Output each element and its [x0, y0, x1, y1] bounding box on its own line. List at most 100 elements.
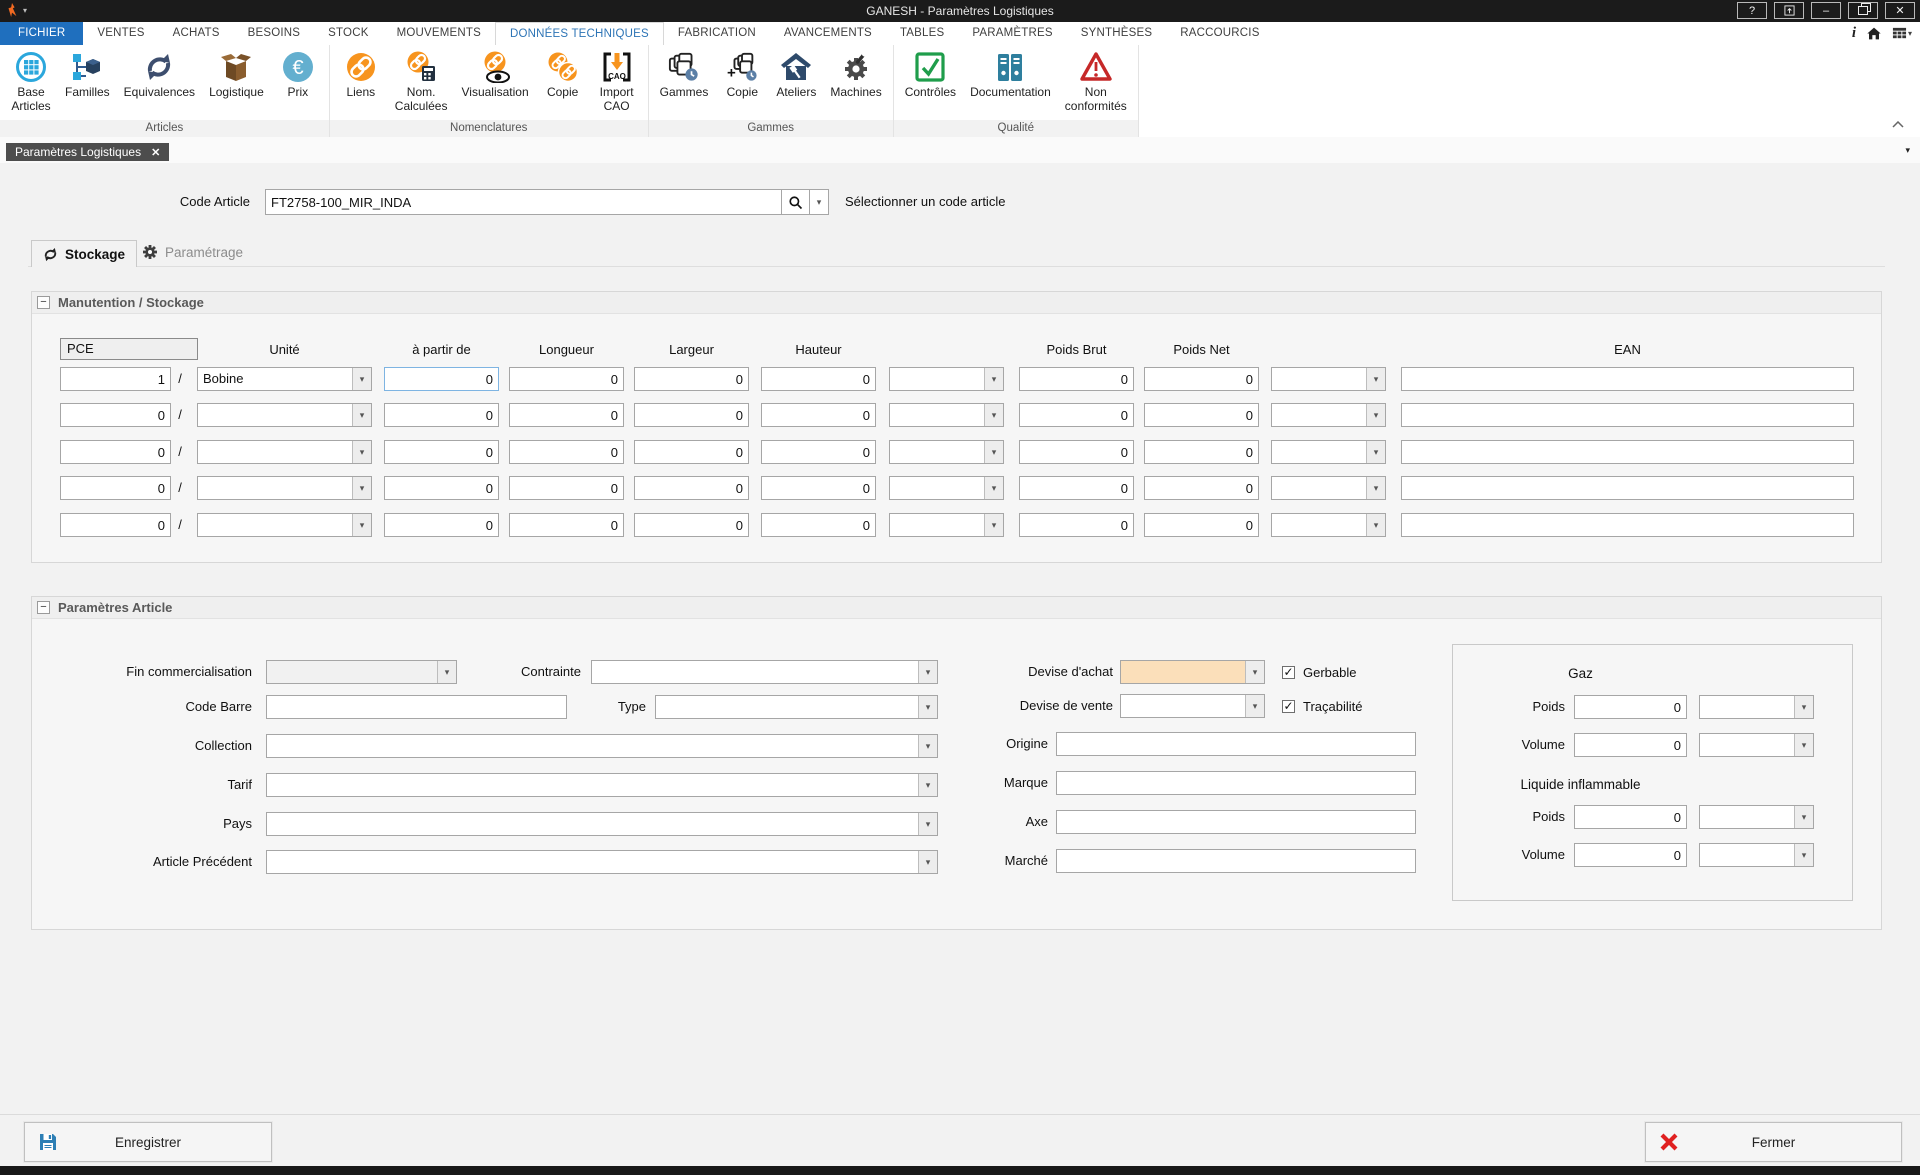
search-button[interactable] — [781, 189, 810, 215]
marque-input[interactable] — [1056, 771, 1416, 795]
familles-button[interactable]: Familles — [58, 48, 117, 102]
menu-fabrication[interactable]: FABRICATION — [664, 22, 770, 45]
longueur-input[interactable] — [509, 403, 624, 427]
poids-unit-combo[interactable] — [1271, 513, 1386, 537]
hauteur-input[interactable] — [761, 513, 876, 537]
dimension-unit-combo[interactable] — [889, 513, 1004, 537]
origine-input[interactable] — [1056, 732, 1416, 756]
chevron-down-icon[interactable] — [1245, 695, 1264, 717]
ateliers-button[interactable]: Ateliers — [769, 48, 823, 102]
poids-brut-input[interactable] — [1019, 367, 1134, 391]
article-precedent-combo[interactable] — [266, 850, 938, 874]
collection-combo[interactable] — [266, 734, 938, 758]
ean-input[interactable] — [1401, 367, 1854, 391]
menu-ventes[interactable]: VENTES — [83, 22, 158, 45]
chevron-down-icon[interactable] — [1794, 734, 1813, 756]
longueur-input[interactable] — [509, 440, 624, 464]
largeur-input[interactable] — [634, 476, 749, 500]
help-button[interactable]: ? — [1737, 2, 1767, 19]
pce-input[interactable] — [60, 367, 171, 391]
liquide-volume-input[interactable] — [1574, 843, 1687, 867]
ean-input[interactable] — [1401, 403, 1854, 427]
largeur-input[interactable] — [634, 440, 749, 464]
ribbon-collapse-icon[interactable] — [1892, 115, 1904, 133]
menu-fichier[interactable]: FICHIER — [0, 22, 83, 45]
a-partir-de-input[interactable] — [384, 476, 499, 500]
poids-unit-combo[interactable] — [1271, 476, 1386, 500]
menu-parametres[interactable]: PARAMÈTRES — [958, 22, 1066, 45]
type-combo[interactable] — [655, 695, 938, 719]
axe-input[interactable] — [1056, 810, 1416, 834]
poids-net-input[interactable] — [1144, 440, 1259, 464]
tarif-combo[interactable] — [266, 773, 938, 797]
menu-stock[interactable]: STOCK — [314, 22, 382, 45]
tracabilite-checkbox[interactable] — [1282, 700, 1295, 713]
machines-button[interactable]: Machines — [823, 48, 888, 102]
liquide-poids-input[interactable] — [1574, 805, 1687, 829]
menu-donnees-techniques[interactable]: DONNÉES TECHNIQUES — [495, 22, 664, 45]
chevron-down-icon[interactable] — [352, 404, 371, 426]
hauteur-input[interactable] — [761, 367, 876, 391]
dimension-unit-combo[interactable] — [889, 476, 1004, 500]
unite-combo[interactable] — [197, 476, 372, 500]
menu-tables[interactable]: TABLES — [886, 22, 958, 45]
pays-combo[interactable] — [266, 812, 938, 836]
close-button[interactable]: ✕ — [1885, 2, 1915, 19]
tab-stockage[interactable]: Stockage — [31, 240, 137, 267]
longueur-input[interactable] — [509, 513, 624, 537]
chevron-down-icon[interactable] — [352, 477, 371, 499]
pce-input[interactable] — [60, 403, 171, 427]
poids-brut-input[interactable] — [1019, 476, 1134, 500]
prix-button[interactable]: € Prix — [271, 48, 325, 102]
liquide-poids-unit-combo[interactable] — [1699, 805, 1814, 829]
dimension-unit-combo[interactable] — [889, 440, 1004, 464]
dimension-unit-combo[interactable] — [889, 403, 1004, 427]
tab-parametrage[interactable]: Paramétrage — [142, 244, 243, 260]
dimension-unit-combo[interactable] — [889, 367, 1004, 391]
visualisation-button[interactable]: Visualisation — [454, 48, 535, 102]
doc-tab-close-icon[interactable]: ✕ — [151, 146, 160, 159]
unite-combo[interactable] — [197, 403, 372, 427]
copie-nomenclature-button[interactable]: Copie — [536, 48, 590, 102]
unite-combo[interactable]: Bobine — [197, 367, 372, 391]
marche-input[interactable] — [1056, 849, 1416, 873]
chevron-down-icon[interactable] — [984, 441, 1003, 463]
close-form-button[interactable]: Fermer — [1645, 1122, 1902, 1162]
chevron-down-icon[interactable] — [984, 368, 1003, 390]
gerbable-checkbox[interactable] — [1282, 666, 1295, 679]
largeur-input[interactable] — [634, 367, 749, 391]
poids-unit-combo[interactable] — [1271, 440, 1386, 464]
pce-input[interactable] — [60, 440, 171, 464]
pce-input[interactable] — [60, 476, 171, 500]
contrainte-combo[interactable] — [591, 660, 938, 684]
chevron-down-icon[interactable] — [984, 404, 1003, 426]
chevron-down-icon[interactable] — [1794, 806, 1813, 828]
save-button[interactable]: Enregistrer — [24, 1122, 272, 1162]
table-menu-icon[interactable] — [1892, 26, 1912, 41]
poids-unit-combo[interactable] — [1271, 403, 1386, 427]
chevron-down-icon[interactable] — [1245, 661, 1264, 683]
copie-gamme-button[interactable]: + Copie — [715, 48, 769, 102]
chevron-down-icon[interactable] — [352, 441, 371, 463]
liquide-volume-unit-combo[interactable] — [1699, 843, 1814, 867]
a-partir-de-input[interactable] — [384, 440, 499, 464]
liens-button[interactable]: Liens — [334, 48, 388, 102]
logistique-button[interactable]: Logistique — [202, 48, 271, 102]
devise-achat-combo[interactable] — [1120, 660, 1265, 684]
gaz-volume-input[interactable] — [1574, 733, 1687, 757]
hauteur-input[interactable] — [761, 440, 876, 464]
poids-net-input[interactable] — [1144, 476, 1259, 500]
chevron-down-icon[interactable] — [1366, 404, 1385, 426]
collapse-group-button[interactable]: − — [37, 296, 50, 309]
restore-button[interactable] — [1848, 2, 1878, 19]
documentation-button[interactable]: Documentation — [963, 48, 1058, 102]
poids-net-input[interactable] — [1144, 403, 1259, 427]
chevron-down-icon[interactable] — [1794, 696, 1813, 718]
chevron-down-icon[interactable] — [984, 514, 1003, 536]
chevron-down-icon[interactable] — [1366, 441, 1385, 463]
a-partir-de-input[interactable] — [384, 513, 499, 537]
gammes-button[interactable]: Gammes — [653, 48, 716, 102]
ean-input[interactable] — [1401, 476, 1854, 500]
base-articles-button[interactable]: Base Articles — [4, 48, 58, 116]
collapse-group-button[interactable]: − — [37, 601, 50, 614]
